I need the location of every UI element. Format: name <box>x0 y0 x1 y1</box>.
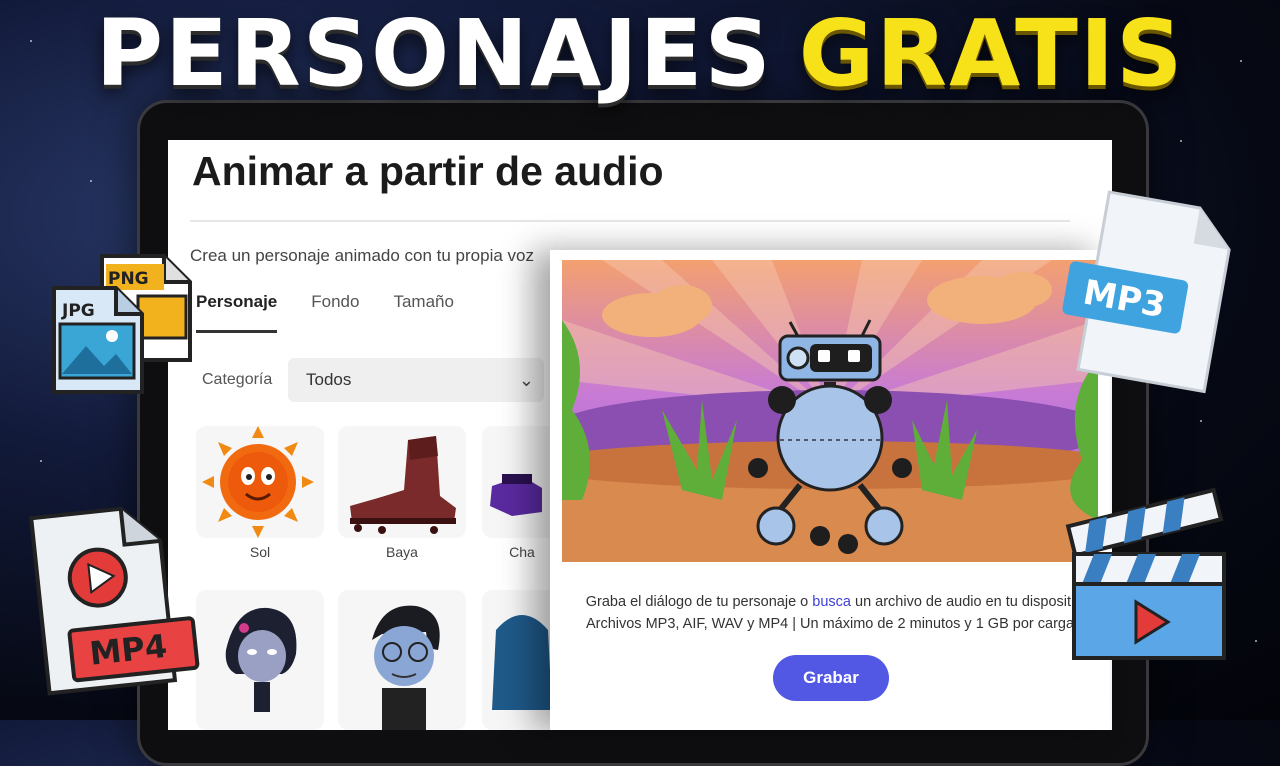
robot-illustration <box>562 260 1098 562</box>
character-card-sol[interactable] <box>196 426 324 538</box>
character-label-sol: Sol <box>249 544 271 560</box>
chevron-down-icon: ⌄ <box>518 370 534 390</box>
boot-character-icon <box>350 436 456 534</box>
mp4-badge: MP4 <box>88 627 169 673</box>
browse-link[interactable]: busca <box>812 594 851 610</box>
tab-bar: Personaje Fondo Tamaño <box>196 292 488 333</box>
headline-part2: GRATIS <box>798 0 1185 107</box>
page-subtitle: Crea un personaje animado con tu propia … <box>190 246 534 265</box>
jpg-file-icon: JPG <box>50 284 146 401</box>
tab-fondo[interactable]: Fondo <box>311 292 359 333</box>
character-label-baya: Baya <box>386 544 418 560</box>
page-title: Animar a partir de audio <box>192 148 664 194</box>
tab-tamano[interactable]: Tamaño <box>393 292 453 333</box>
jpg-badge: JPG <box>61 301 95 321</box>
divider <box>190 220 1070 222</box>
instructions-post: un archivo de audio en tu dispositi <box>855 594 1075 610</box>
headline-part1: PERSONAJES <box>95 0 773 107</box>
category-value: Todos <box>306 370 352 389</box>
character-card-baya[interactable] <box>338 426 466 538</box>
robot-scene <box>562 260 1098 562</box>
audio-popup: Graba el diálogo de tu personaje o busca… <box>550 250 1110 730</box>
mp3-file-icon: MP3 <box>1056 190 1236 405</box>
clapperboard-icon <box>1064 478 1234 669</box>
character-card-girl[interactable] <box>196 590 324 730</box>
instructions-pre: Graba el diálogo de tu personaje o <box>585 594 809 610</box>
file-requirements: Archivos MP3, AIF, WAV y MP4 | Un máximo… <box>585 616 1075 632</box>
popup-instructions: Graba el diálogo de tu personaje o busca… <box>550 594 1110 610</box>
tab-personaje[interactable]: Personaje <box>196 292 278 333</box>
character-card-boy[interactable] <box>338 590 466 730</box>
headline: PERSONAJES GRATIS <box>0 8 1280 100</box>
mp4-file-icon: MP4 <box>26 498 202 703</box>
category-select[interactable]: Todos ⌄ <box>288 358 544 402</box>
girl-character-icon <box>225 607 297 712</box>
record-button[interactable]: Grabar <box>773 655 889 701</box>
boy-character-icon <box>372 605 440 730</box>
category-label: Categoría <box>202 371 273 388</box>
sun-character-icon <box>202 426 314 538</box>
